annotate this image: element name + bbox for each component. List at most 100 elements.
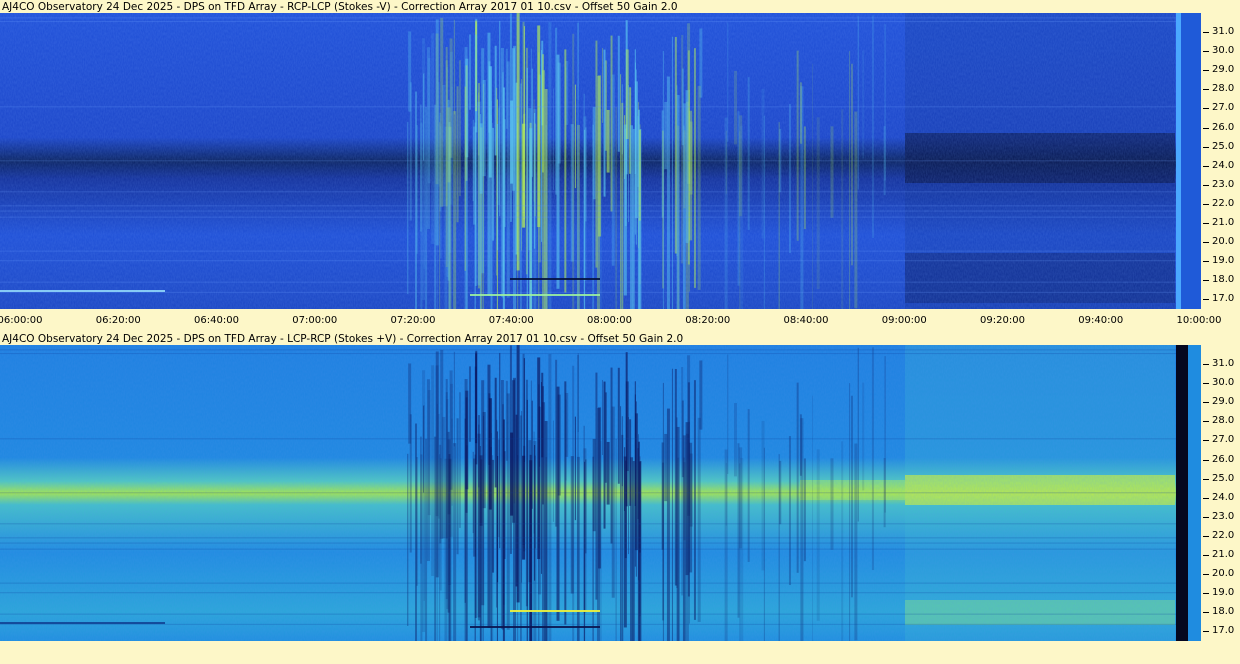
burst-streak: [627, 417, 629, 555]
panel2-freq-tick-mark: [1203, 364, 1209, 365]
burst-streak: [627, 85, 629, 223]
burst-streak: [526, 67, 528, 309]
panel2-edge-line: [1176, 345, 1188, 641]
panel1-freq-tick-mark: [1203, 242, 1209, 244]
time-tick-label: 09:20:00: [980, 315, 1025, 326]
panel1-freq-tick-label: 17.0: [1212, 293, 1235, 305]
panel1-freq-tick-label: 28.0: [1212, 83, 1235, 95]
burst-streak: [617, 367, 620, 484]
burst-streak: [664, 101, 668, 170]
burst-streak: [431, 33, 435, 244]
panel2-title: AJ4CO Observatory 24 Dec 2025 - DPS on T…: [2, 333, 684, 345]
burst-streak: [552, 88, 554, 190]
interference-line: [0, 613, 1176, 615]
interference-line: [0, 106, 1176, 108]
burst-streak: [601, 380, 603, 456]
burst-streak: [689, 442, 693, 573]
burst-streak: [472, 458, 476, 557]
burst-streak: [812, 63, 814, 309]
burst-streak: [488, 61, 491, 133]
burst-streak: [572, 33, 575, 309]
burst-streak: [596, 407, 600, 641]
burst-streak: [666, 408, 670, 641]
panel1-freq-tick-mark: [1203, 184, 1209, 186]
panel2-spectrogram[interactable]: [0, 345, 1201, 641]
burst-streak: [459, 60, 461, 196]
panel2-freq-tick-label: 29.0: [1212, 396, 1235, 408]
burst-streak: [512, 380, 516, 523]
interference-line: [0, 160, 1176, 162]
burst-streak: [564, 49, 567, 293]
panel1-freq-tick-mark: [1203, 127, 1209, 129]
burst-streak: [548, 354, 552, 641]
burst-streak: [477, 433, 481, 618]
burst-streak: [841, 109, 844, 309]
burst-streak: [841, 441, 844, 641]
panel2-freq-tick-mark: [1203, 421, 1209, 423]
burst-streak: [497, 455, 499, 583]
burst-streak: [763, 115, 765, 309]
burst-streak: [671, 36, 673, 309]
burst-streak: [884, 24, 886, 181]
panel1-freq-tick-label: 21.0: [1212, 217, 1235, 228]
burst-streak: [503, 440, 505, 605]
burst-streak: [884, 356, 886, 513]
burst-streak: [453, 111, 457, 309]
burst-streak: [541, 382, 543, 574]
burst-streak: [556, 54, 560, 289]
panel1-freq-tick-mark: [1203, 165, 1209, 167]
interference-line: [0, 349, 1176, 351]
burst-streak: [803, 458, 806, 562]
panel2-freq-tick-label: 30.0: [1212, 377, 1235, 389]
interference-line: [0, 548, 1176, 550]
burst-streak: [416, 457, 419, 586]
burst-streak: [617, 35, 620, 152]
burst-streak: [520, 83, 522, 309]
panel1-spectrogram[interactable]: [0, 13, 1201, 309]
burst-streak: [497, 123, 499, 251]
burst-streak: [468, 34, 471, 110]
bottom-bar: [0, 643, 1240, 663]
burst-streak: [448, 127, 452, 253]
burst-streak: [862, 382, 865, 491]
burst-streak: [854, 443, 858, 641]
burst-streak: [453, 19, 455, 115]
burst-streak: [498, 107, 500, 205]
burst-streak: [496, 87, 498, 276]
burst-streak: [541, 50, 543, 242]
burst-streak: [830, 126, 834, 218]
burst-streak: [830, 458, 834, 550]
interference-line: [0, 260, 1176, 262]
panel2-freq-tick-mark: [1203, 402, 1209, 404]
burst-streak: [854, 111, 858, 309]
burst-streak: [499, 20, 501, 217]
burst-streak: [445, 392, 448, 600]
panel1-freq-tick-label: 19.0: [1212, 255, 1235, 267]
panel2-freq-tick-label: 21.0: [1212, 549, 1235, 560]
panel1-freq-tick-label: 22.0: [1212, 197, 1235, 209]
panel2-freq-tick-mark: [1203, 478, 1209, 480]
panel1-freq-tick-mark: [1203, 299, 1209, 301]
burst-streak: [509, 13, 512, 222]
burst-streak: [734, 402, 738, 477]
burst-streak: [464, 418, 466, 603]
burst-streak: [849, 383, 851, 641]
burst-streak: [606, 109, 610, 173]
burst-streak: [498, 439, 500, 537]
burst-streak: [747, 409, 750, 562]
burst-streak: [477, 101, 481, 286]
burst-streak: [671, 368, 673, 641]
burst-streak: [426, 47, 430, 230]
burst-streak: [601, 48, 603, 124]
time-tick-label: 09:00:00: [881, 315, 927, 326]
burst-streak: [816, 449, 820, 621]
interference-line: [0, 281, 1176, 283]
interference-line: [0, 205, 1176, 207]
panel1-freq-tick-mark: [1203, 70, 1209, 72]
burst-streak: [850, 395, 853, 598]
burst-streak: [611, 406, 615, 598]
time-tick-label: 09:40:00: [1078, 315, 1124, 326]
panel1-freq-tick-mark: [1203, 89, 1209, 91]
burst-streak: [459, 392, 461, 528]
burst-streak: [763, 447, 765, 641]
